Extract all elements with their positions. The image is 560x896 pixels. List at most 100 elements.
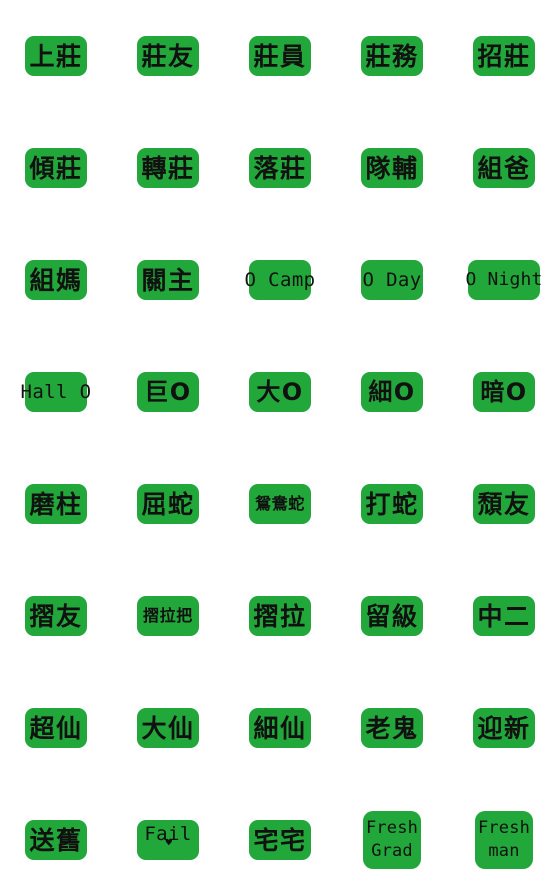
- sticker-label: 傾莊: [29, 153, 83, 183]
- sticker-tile[interactable]: 莊務: [361, 36, 423, 76]
- sticker-cell: 組爸: [448, 112, 560, 224]
- sticker-tile[interactable]: 上莊: [25, 36, 87, 76]
- sticker-label: 招莊: [477, 41, 531, 71]
- sticker-tile[interactable]: O Day: [361, 260, 423, 300]
- sticker-tile[interactable]: 隊輔: [361, 148, 423, 188]
- sticker-tile[interactable]: 組媽: [25, 260, 87, 300]
- sticker-tile[interactable]: 鴛鴦蛇: [249, 484, 311, 524]
- sticker-tile[interactable]: 巨O: [137, 372, 199, 412]
- sticker-cell: 摺拉把: [112, 560, 224, 672]
- sticker-tile[interactable]: 宅宅: [249, 820, 311, 860]
- sticker-tile[interactable]: 屈蛇: [137, 484, 199, 524]
- sticker-tile[interactable]: 細仙: [249, 708, 311, 748]
- sticker-tile[interactable]: 超仙: [25, 708, 87, 748]
- sticker-cell: 大仙: [112, 672, 224, 784]
- sticker-tile[interactable]: 莊友: [137, 36, 199, 76]
- sticker-row: 組媽 關主 O Camp O Day O Night: [0, 224, 560, 336]
- sticker-cell: 打蛇: [336, 448, 448, 560]
- sticker-cell: 莊友: [112, 0, 224, 112]
- sticker-label: 老鬼: [365, 713, 419, 743]
- sticker-tile[interactable]: 大仙: [137, 708, 199, 748]
- sticker-cell: O Camp: [224, 224, 336, 336]
- sticker-tile[interactable]: O Night: [465, 260, 543, 300]
- sticker-label-line: Fresh: [365, 818, 419, 839]
- sticker-row: 摺友 摺拉把 摺拉 留級 中二: [0, 560, 560, 672]
- sticker-label: 落莊: [253, 153, 307, 183]
- sticker-label: 巨O: [144, 378, 192, 406]
- sticker-label: O Night: [465, 269, 543, 290]
- sticker-cell: 隊輔: [336, 112, 448, 224]
- sticker-label: 鴛鴦蛇: [255, 494, 305, 513]
- sticker-row: Hall O 巨O 大O 細O 暗O: [0, 336, 560, 448]
- sticker-cell: 轉莊: [112, 112, 224, 224]
- sticker-tile[interactable]: 摺拉: [249, 596, 311, 636]
- sticker-label: 超仙: [29, 713, 83, 743]
- sticker-cell: 細仙: [224, 672, 336, 784]
- sticker-cell: 細O: [336, 336, 448, 448]
- sticker-tile[interactable]: 老鬼: [361, 708, 423, 748]
- sticker-tile[interactable]: 暗O: [473, 372, 535, 412]
- sticker-tile[interactable]: 送舊: [25, 820, 87, 860]
- sticker-tile[interactable]: 摺友: [25, 596, 87, 636]
- sticker-cell: 留級: [336, 560, 448, 672]
- sticker-tile[interactable]: 組爸: [473, 148, 535, 188]
- sticker-label: 大仙: [141, 713, 195, 743]
- sticker-tile[interactable]: 招莊: [473, 36, 535, 76]
- sticker-tile[interactable]: 頹友: [473, 484, 535, 524]
- sticker-tile[interactable]: 留級: [361, 596, 423, 636]
- sticker-label: 轉莊: [141, 153, 195, 183]
- sticker-label: 摺友: [29, 601, 83, 631]
- sticker-row: 磨柱 屈蛇 鴛鴦蛇 打蛇 頹友: [0, 448, 560, 560]
- sticker-tile[interactable]: 落莊: [249, 148, 311, 188]
- sticker-tile[interactable]: Fail ♥: [137, 820, 199, 860]
- sticker-tile[interactable]: 莊員: [249, 36, 311, 76]
- sticker-tile[interactable]: 打蛇: [361, 484, 423, 524]
- sticker-label-line: man: [488, 841, 520, 861]
- sticker-label-line: Grad: [371, 841, 413, 861]
- sticker-tile[interactable]: 細O: [361, 372, 423, 412]
- sticker-tile[interactable]: 迎新: [473, 708, 535, 748]
- sticker-label: 上莊: [29, 41, 83, 71]
- sticker-row: 超仙 大仙 細仙 老鬼 迎新: [0, 672, 560, 784]
- sticker-tile[interactable]: Fresh man: [475, 811, 533, 869]
- sticker-tile[interactable]: 大O: [249, 372, 311, 412]
- sticker-label: 暗O: [480, 378, 528, 406]
- sticker-label: Hall O: [20, 380, 92, 403]
- sticker-cell: 宅宅: [224, 784, 336, 896]
- sticker-cell: 大O: [224, 336, 336, 448]
- sticker-label: 中二: [477, 601, 531, 631]
- sticker-cell: 暗O: [448, 336, 560, 448]
- sticker-label: 頹友: [477, 489, 531, 519]
- sticker-label: 隊輔: [365, 153, 419, 183]
- sticker-cell: 落莊: [224, 112, 336, 224]
- sticker-label: 送舊: [29, 825, 83, 855]
- sticker-cell: 中二: [448, 560, 560, 672]
- sticker-tile[interactable]: Fresh Grad: [363, 811, 421, 869]
- sticker-cell: 組媽: [0, 224, 112, 336]
- sticker-cell: 摺友: [0, 560, 112, 672]
- sticker-tile[interactable]: 轉莊: [137, 148, 199, 188]
- sticker-cell: 傾莊: [0, 112, 112, 224]
- sticker-cell: 送舊: [0, 784, 112, 896]
- sticker-tile[interactable]: 傾莊: [25, 148, 87, 188]
- sticker-tile[interactable]: O Camp: [245, 260, 315, 300]
- sticker-tile[interactable]: 中二: [473, 596, 535, 636]
- sticker-cell: 超仙: [0, 672, 112, 784]
- sticker-label: 磨柱: [29, 489, 83, 519]
- sticker-tile[interactable]: 摺拉把: [137, 596, 199, 636]
- sticker-label: 留級: [365, 601, 419, 631]
- sticker-cell: 上莊: [0, 0, 112, 112]
- sticker-cell: 莊務: [336, 0, 448, 112]
- sticker-label: O Camp: [244, 268, 316, 291]
- sticker-label: 摺拉: [253, 601, 307, 631]
- sticker-cell: 招莊: [448, 0, 560, 112]
- sticker-label: 打蛇: [365, 489, 419, 519]
- sticker-tile[interactable]: 磨柱: [25, 484, 87, 524]
- sticker-tile[interactable]: Hall O: [21, 372, 91, 412]
- sticker-label: O Day: [362, 268, 422, 291]
- sticker-cell: Fresh man: [448, 784, 560, 896]
- sticker-cell: Fail ♥: [112, 784, 224, 896]
- sticker-label: 屈蛇: [141, 489, 195, 519]
- sticker-row: 傾莊 轉莊 落莊 隊輔 組爸: [0, 112, 560, 224]
- sticker-tile[interactable]: 關主: [137, 260, 199, 300]
